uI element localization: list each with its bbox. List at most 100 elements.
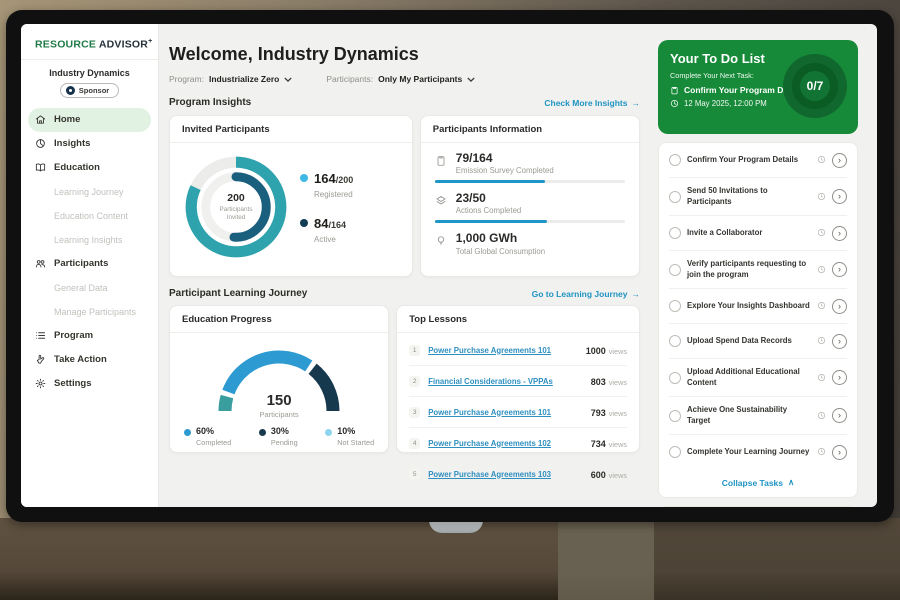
sidebar-item-take-action[interactable]: Take Action	[21, 348, 158, 372]
clock-icon	[817, 188, 826, 206]
registered-dot-icon	[300, 174, 308, 182]
page-title: Welcome, Industry Dynamics	[169, 44, 640, 65]
lesson-rank: 5	[409, 469, 420, 480]
lesson-link[interactable]: Power Purchase Agreements 103	[428, 470, 583, 479]
top-lessons-card: Top Lessons 1 Power Purchase Agreements …	[396, 305, 640, 453]
logo-secondary: ADVISOR	[99, 39, 148, 51]
registered-value: 164	[314, 171, 336, 186]
checkbox-icon[interactable]	[669, 300, 681, 312]
sidebar-item-learning-insights[interactable]: Learning Insights	[21, 228, 158, 252]
lesson-rank: 4	[409, 438, 420, 449]
chevron-right-icon[interactable]: ›	[832, 408, 847, 423]
chevron-right-icon[interactable]: ›	[832, 189, 847, 204]
todo-item[interactable]: Upload Additional Educational Content ›	[669, 359, 847, 397]
checkbox-icon[interactable]	[669, 154, 681, 166]
sidebar-item-learning-journey[interactable]: Learning Journey	[21, 180, 158, 204]
todo-item[interactable]: Explore Your Insights Dashboard ›	[669, 289, 847, 324]
participants-label: Participants:	[326, 74, 373, 84]
consumption-label: Total Global Consumption	[456, 247, 545, 256]
program-value: Industrialize Zero	[209, 74, 279, 84]
checkbox-icon[interactable]	[669, 446, 681, 458]
sidebar-item-education-content[interactable]: Education Content	[21, 204, 158, 228]
lesson-views-suffix: views	[609, 471, 627, 480]
sidebar-item-general-data[interactable]: General Data	[21, 276, 158, 300]
checkbox-icon[interactable]	[669, 227, 681, 239]
dashboard-screen: RESOURCE ADVISOR+ Industry Dynamics Spon…	[21, 24, 877, 507]
background-strip	[558, 518, 654, 600]
check-more-insights-link[interactable]: Check More Insights →	[544, 98, 640, 108]
arrow-right-icon: →	[632, 98, 641, 108]
active-total: /164	[328, 220, 346, 230]
sidebar-item-program[interactable]: Program	[21, 324, 158, 348]
actions-icon	[435, 195, 447, 207]
section-title-learning-journey: Participant Learning Journey	[169, 288, 307, 299]
todo-item[interactable]: Complete Your Learning Journey ›	[669, 435, 847, 469]
lesson-link[interactable]: Power Purchase Agreements 102	[428, 439, 583, 448]
chevron-down-icon	[467, 77, 475, 82]
chevron-right-icon[interactable]: ›	[832, 445, 847, 460]
sidebar-item-settings[interactable]: Settings	[21, 372, 158, 396]
todo-item[interactable]: Send 50 Invitations to Participants ›	[669, 178, 847, 216]
lesson-link[interactable]: Power Purchase Agreements 101	[428, 408, 583, 417]
education-gauge-chart: 150 Participants	[209, 343, 349, 419]
checkbox-icon[interactable]	[669, 372, 681, 384]
chevron-right-icon[interactable]: ›	[832, 299, 847, 314]
lesson-views-suffix: views	[609, 347, 627, 356]
todo-item[interactable]: Verify participants requesting to join t…	[669, 251, 847, 289]
chevron-right-icon[interactable]: ›	[832, 334, 847, 349]
insights-icon	[35, 138, 47, 149]
sidebar-item-home[interactable]: Home	[28, 108, 151, 132]
consumption-value: 1,000 GWh	[456, 232, 545, 245]
right-panel: Your To Do List Complete Your Next Task:…	[646, 24, 877, 507]
todo-item[interactable]: Upload Spend Data Records ›	[669, 324, 847, 359]
todo-item[interactable]: Invite a Collaborator ›	[669, 216, 847, 251]
pending-pct: 30%	[271, 427, 298, 437]
donut-center-label: Participants Invited	[212, 206, 260, 222]
active-value: 84	[314, 216, 328, 231]
chevron-right-icon[interactable]: ›	[832, 370, 847, 385]
todo-list-card: Confirm Your Program Details › Send 50 I…	[658, 142, 858, 498]
sidebar-item-insights[interactable]: Insights	[21, 132, 158, 156]
sidebar-item-manage-participants[interactable]: Manage Participants	[21, 300, 158, 324]
todo-item-label: Invite a Collaborator	[687, 228, 811, 239]
lesson-rank: 2	[409, 376, 420, 387]
go-to-learning-journey-link[interactable]: Go to Learning Journey →	[532, 289, 640, 299]
sidebar-item-participants[interactable]: Participants	[21, 252, 158, 276]
not-started-pct: 10%	[337, 427, 374, 437]
lesson-rank: 3	[409, 407, 420, 418]
lesson-row: 5 Power Purchase Agreements 103 600views	[409, 459, 627, 489]
card-title: Education Progress	[170, 306, 388, 333]
lesson-link[interactable]: Financial Considerations - VPPAs	[428, 377, 583, 386]
checkbox-icon[interactable]	[669, 191, 681, 203]
chevron-right-icon[interactable]: ›	[832, 262, 847, 277]
recent-news-card: Recent News	[658, 506, 858, 507]
sidebar-item-label: Take Action	[54, 354, 107, 365]
invited-participants-card: Invited Participants 200	[169, 115, 413, 277]
chevron-right-icon[interactable]: ›	[832, 226, 847, 241]
todo-item[interactable]: Achieve One Sustainability Target ›	[669, 397, 847, 435]
gauge-legend: 60% Completed 30% Pending 10% Not Starte…	[170, 419, 388, 447]
participants-select[interactable]: Participants: Only My Participants	[326, 74, 475, 84]
program-select[interactable]: Program: Industrialize Zero	[169, 74, 292, 84]
participants-value: Only My Participants	[378, 74, 462, 84]
monitor-bezel: RESOURCE ADVISOR+ Industry Dynamics Spon…	[6, 10, 894, 522]
checkbox-icon[interactable]	[669, 335, 681, 347]
todo-item-label: Confirm Your Program Details	[687, 155, 811, 166]
sponsor-badge: Sponsor	[60, 83, 119, 98]
todo-item[interactable]: Confirm Your Program Details ›	[669, 143, 847, 178]
clock-icon	[817, 332, 826, 350]
logo-primary: RESOURCE	[35, 39, 96, 51]
checkbox-icon[interactable]	[669, 410, 681, 422]
todo-due-label: 12 May 2025, 12:00 PM	[684, 99, 767, 108]
checkbox-icon[interactable]	[669, 264, 681, 276]
main-content: Welcome, Industry Dynamics Program: Indu…	[159, 24, 646, 507]
lesson-link[interactable]: Power Purchase Agreements 101	[428, 346, 578, 355]
clock-icon	[817, 407, 826, 425]
active-dot-icon	[300, 219, 308, 227]
sidebar-item-education[interactable]: Education	[21, 156, 158, 180]
invited-donut-chart: 200 Participants Invited	[180, 151, 292, 263]
collapse-tasks-link[interactable]: Collapse Tasks ∧	[669, 469, 847, 497]
logo-plus: +	[148, 38, 152, 45]
chevron-right-icon[interactable]: ›	[832, 153, 847, 168]
collapse-label: Collapse Tasks	[722, 478, 783, 488]
